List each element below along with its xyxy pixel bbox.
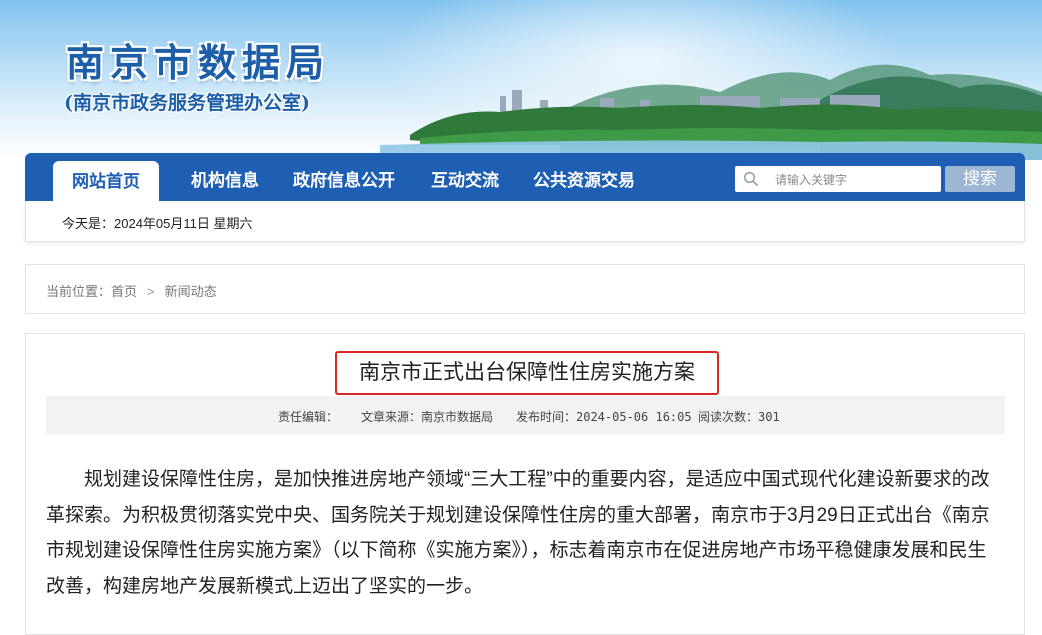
nav-item-home[interactable]: 网站首页: [53, 161, 159, 201]
breadcrumb-home-link[interactable]: 首页: [111, 284, 137, 299]
main-navigation: 网站首页 机构信息 政府信息公开 互动交流 公共资源交易 搜索: [25, 153, 1025, 201]
article-meta: 责任编辑： 文章来源：南京市数据局 发布时间：2024-05-06 16:05 …: [46, 396, 1005, 434]
header-banner: 南京市数据局 (南京市政务服务管理办公室): [0, 0, 1042, 160]
nav-item-organization[interactable]: 机构信息: [191, 153, 259, 201]
meta-published: 发布时间：2024-05-06 16:05: [516, 410, 692, 424]
date-bar: 今天是：2024年05月11日 星期六: [25, 201, 1025, 242]
nav-item-public-resource-trading[interactable]: 公共资源交易: [533, 153, 635, 201]
breadcrumb-prefix: 当前位置：: [46, 284, 112, 299]
meta-editor: 责任编辑：: [278, 410, 339, 424]
search-icon: [743, 171, 759, 187]
article-panel: 南京市正式出台保障性住房实施方案 责任编辑： 文章来源：南京市数据局 发布时间：…: [25, 333, 1025, 635]
breadcrumb-news-link[interactable]: 新闻动态: [165, 284, 217, 299]
current-date: 今天是：2024年05月11日 星期六: [62, 216, 253, 231]
breadcrumb: 当前位置：首页 > 新闻动态: [25, 264, 1025, 314]
chevron-right-icon: >: [147, 284, 155, 299]
site-title: 南京市数据局: [66, 40, 331, 85]
search-box: [735, 166, 941, 192]
meta-source: 文章来源：南京市数据局: [361, 410, 494, 424]
article-paragraph: 规划建设保障性住房，是加快推进房地产领域“三大工程”中的重要内容，是适应中国式现…: [46, 469, 990, 597]
site-subtitle: (南京市政务服务管理办公室): [64, 92, 310, 114]
search-button[interactable]: 搜索: [945, 166, 1015, 192]
article-title: 南京市正式出台保障性住房实施方案: [335, 351, 719, 395]
nav-item-interaction[interactable]: 互动交流: [431, 153, 499, 201]
nav-item-gov-info-disclosure[interactable]: 政府信息公开: [293, 153, 395, 201]
meta-views: 阅读次数：301: [698, 410, 780, 424]
search-input[interactable]: [773, 169, 937, 191]
